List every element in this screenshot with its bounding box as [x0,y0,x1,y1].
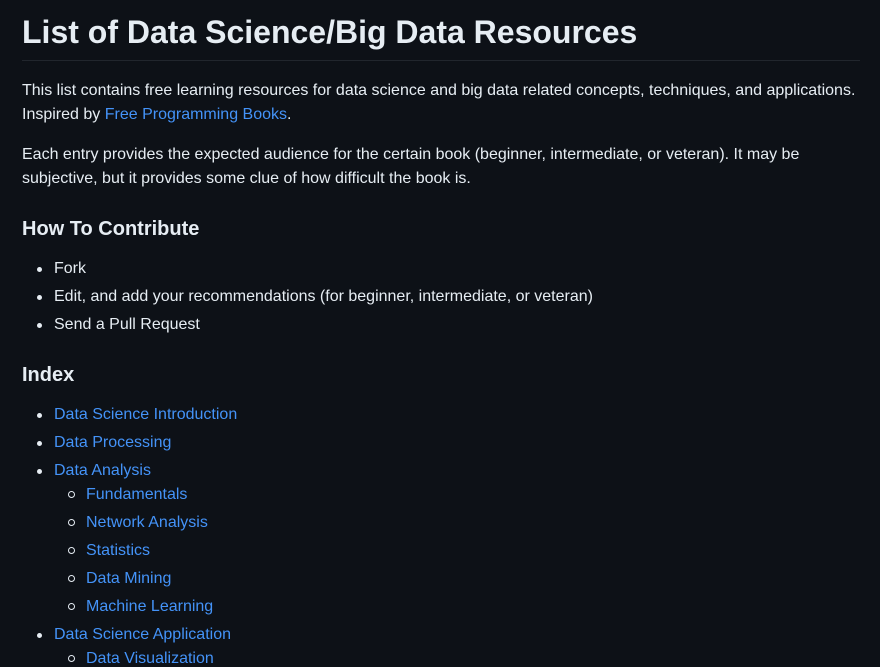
index-link-network-analysis[interactable]: Network Analysis [86,514,208,531]
readme-content: List of Data Science/Big Data Resources … [22,10,860,667]
index-link-data-visualization[interactable]: Data Visualization [86,650,214,667]
index-link-data-mining[interactable]: Data Mining [86,570,171,587]
index-subitem: Fundamentals [54,483,860,507]
index-subitem: Data Visualization [54,647,860,667]
index-sublist-data-analysis: Fundamentals Network Analysis Statistics… [54,483,860,619]
index-heading: Index [22,364,75,386]
index-link-data-science-introduction[interactable]: Data Science Introduction [54,406,237,423]
index-link-data-processing[interactable]: Data Processing [54,434,171,451]
index-list: Data Science Introduction Data Processin… [22,403,860,667]
page-title: List of Data Science/Big Data Resources [22,10,860,61]
index-subitem: Network Analysis [54,511,860,535]
free-programming-books-link[interactable]: Free Programming Books [105,106,287,123]
index-subitem: Machine Learning [54,595,860,619]
index-link-machine-learning[interactable]: Machine Learning [86,598,213,615]
index-link-data-analysis[interactable]: Data Analysis [54,462,151,479]
index-link-fundamentals[interactable]: Fundamentals [86,486,187,503]
contribute-list: Fork Edit, and add your recommendations … [22,257,860,337]
index-link-data-science-application[interactable]: Data Science Application [54,626,231,643]
contribute-heading: How To Contribute [22,218,200,240]
index-item: Data Analysis Fundamentals Network Analy… [22,459,860,619]
index-item: Data Processing [22,431,860,455]
index-item: Data Science Introduction [22,403,860,427]
contribute-item: Send a Pull Request [22,313,860,337]
intro-suffix: . [287,106,292,123]
index-sublist-data-science-application: Data Visualization [54,647,860,667]
intro-paragraph: This list contains free learning resourc… [22,79,860,127]
index-subitem: Data Mining [54,567,860,591]
contribute-item: Fork [22,257,860,281]
index-link-statistics[interactable]: Statistics [86,542,150,559]
readme-page: List of Data Science/Big Data Resources … [0,0,880,667]
index-subitem: Statistics [54,539,860,563]
index-item: Data Science Application Data Visualizat… [22,623,860,667]
audience-paragraph: Each entry provides the expected audienc… [22,146,800,187]
contribute-item: Edit, and add your recommendations (for … [22,285,860,309]
